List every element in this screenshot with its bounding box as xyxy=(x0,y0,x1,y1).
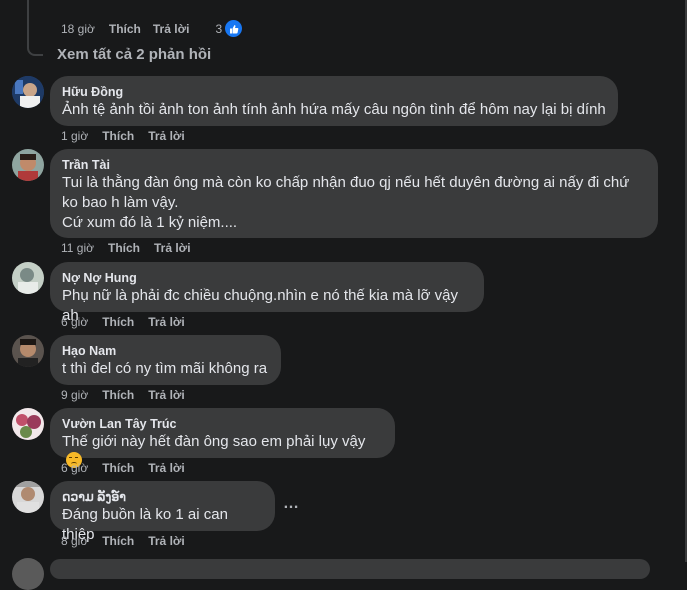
reply-link[interactable]: Trả lời xyxy=(148,534,185,548)
thumbs-up-icon xyxy=(225,20,243,37)
reply-link[interactable]: Trả lời xyxy=(153,22,190,36)
avatar[interactable] xyxy=(12,76,44,108)
comment-time[interactable]: 18 giờ xyxy=(61,22,95,36)
reaction-count: 3 xyxy=(215,21,223,36)
comment-time[interactable]: 9 giờ xyxy=(61,388,88,402)
like-link[interactable]: Thích xyxy=(102,461,134,475)
thread-line xyxy=(27,0,29,44)
more-options-button[interactable]: … xyxy=(283,495,300,513)
comment-bubble: Hạo Nam t thì đel có ny tìm mãi không ra xyxy=(50,335,281,385)
like-link[interactable]: Thích xyxy=(109,22,141,36)
comment-bubble: Vườn Lan Tây Trúc Thế giới này hết đàn ô… xyxy=(50,408,395,468)
thread-connector xyxy=(27,42,43,56)
avatar[interactable] xyxy=(12,408,44,440)
like-link[interactable]: Thích xyxy=(108,241,140,255)
previous-comment-actions: 18 giờ Thích Trả lời 3 xyxy=(61,20,243,37)
avatar[interactable] xyxy=(12,262,44,294)
comment-author[interactable]: ດວາມ ລັງອ໌າ xyxy=(62,489,263,505)
reply-link[interactable]: Trả lời xyxy=(148,461,185,475)
comment-actions: 6 giờ Thích Trả lời xyxy=(61,315,199,329)
like-link[interactable]: Thích xyxy=(102,388,134,402)
comment-text: t thì đel có ny tìm mãi không ra xyxy=(62,360,268,377)
comment-time[interactable]: 6 giờ xyxy=(61,461,88,475)
reply-link[interactable]: Trả lời xyxy=(148,388,185,402)
comment-author[interactable]: Hạo Nam xyxy=(62,343,269,359)
view-all-replies-link[interactable]: Xem tất cả 2 phản hồi xyxy=(57,46,211,63)
comment-actions: 9 giờ Thích Trả lời xyxy=(61,388,199,402)
comment-author[interactable]: Hữu Đồng xyxy=(62,84,606,100)
avatar[interactable] xyxy=(12,335,44,367)
comment-author[interactable]: Nợ Nợ Hung xyxy=(62,270,472,286)
reaction-summary[interactable]: 3 xyxy=(215,20,243,37)
reply-link[interactable]: Trả lời xyxy=(148,315,185,329)
reply-link[interactable]: Trả lời xyxy=(148,129,185,143)
comment-actions: 11 giờ Thích Trả lời xyxy=(61,241,205,255)
like-link[interactable]: Thích xyxy=(102,534,134,548)
comment-author[interactable]: Trần Tài xyxy=(62,157,646,173)
like-link[interactable]: Thích xyxy=(102,129,134,143)
comment-time[interactable]: 6 giờ xyxy=(61,315,88,329)
comment-text: Ảnh tệ ảnh tồi ảnh ton ảnh tính ảnh hứa … xyxy=(62,101,606,118)
comment-actions: 8 giờ Thích Trả lời xyxy=(61,534,199,548)
avatar[interactable] xyxy=(12,481,44,513)
reply-link[interactable]: Trả lời xyxy=(154,241,191,255)
comment-text-content: Thế giới này hết đàn ông sao em phải lụy… xyxy=(62,433,366,450)
comment-time[interactable]: 11 giờ xyxy=(61,241,94,255)
comment-bubble: ດວາມ ລັງອ໌າ Đáng buồn là ko 1 ai can thi… xyxy=(50,481,275,543)
avatar[interactable] xyxy=(12,149,44,181)
comment-author[interactable]: Vườn Lan Tây Trúc xyxy=(62,416,383,432)
comment-bubble xyxy=(50,559,650,579)
comment-time[interactable]: 8 giờ xyxy=(61,534,88,548)
comment-actions: 1 giờ Thích Trả lời xyxy=(61,129,199,143)
next-comment-partial xyxy=(0,555,687,590)
comment-time[interactable]: 1 giờ xyxy=(61,129,88,143)
avatar[interactable] xyxy=(12,558,44,590)
comment-bubble: Hữu Đồng Ảnh tệ ảnh tồi ảnh ton ảnh tính… xyxy=(50,76,618,126)
like-link[interactable]: Thích xyxy=(102,315,134,329)
comment-actions: 6 giờ Thích Trả lời xyxy=(61,461,199,475)
comment-text: Tui là thằng đàn ông mà còn ko chấp nhận… xyxy=(62,174,630,231)
comment-bubble: Trần Tài Tui là thằng đàn ông mà còn ko … xyxy=(50,149,658,238)
comment-bubble: Nợ Nợ Hung Phụ nữ là phải đc chiều chuộn… xyxy=(50,262,484,324)
